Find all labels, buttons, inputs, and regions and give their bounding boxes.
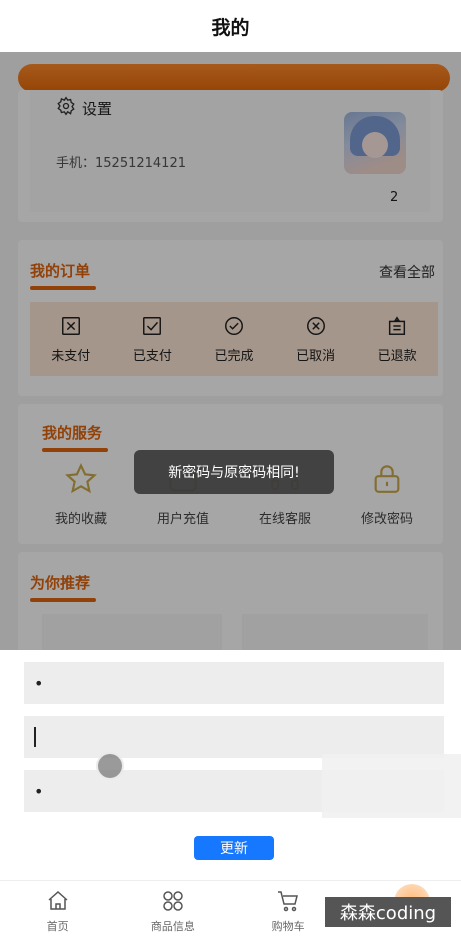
toast-message: 新密码与原密码相同!: [134, 450, 334, 494]
tab-home-label: 首页: [46, 920, 69, 933]
old-password-field[interactable]: •: [24, 662, 444, 704]
text-cursor: [34, 727, 36, 747]
blurred-region: [322, 754, 461, 818]
touch-indicator: [96, 752, 124, 780]
grid-icon: [161, 889, 185, 916]
page-title: 我的: [211, 16, 250, 39]
update-button[interactable]: 更新: [194, 836, 274, 860]
modal-backdrop[interactable]: [0, 52, 461, 650]
tab-cart[interactable]: 购物车: [243, 889, 333, 934]
watermark: 森森coding: [325, 897, 451, 927]
tab-cart-label: 购物车: [271, 920, 305, 933]
new-password-field[interactable]: [24, 716, 444, 758]
home-icon: [46, 889, 70, 916]
page-header: 我的: [0, 0, 461, 52]
tab-home[interactable]: 首页: [13, 889, 103, 934]
confirm-password-value: •: [34, 781, 44, 801]
old-password-value: •: [34, 673, 44, 693]
cart-icon: [276, 889, 300, 916]
tab-products[interactable]: 商品信息: [128, 889, 218, 934]
tab-products-label: 商品信息: [150, 920, 195, 933]
